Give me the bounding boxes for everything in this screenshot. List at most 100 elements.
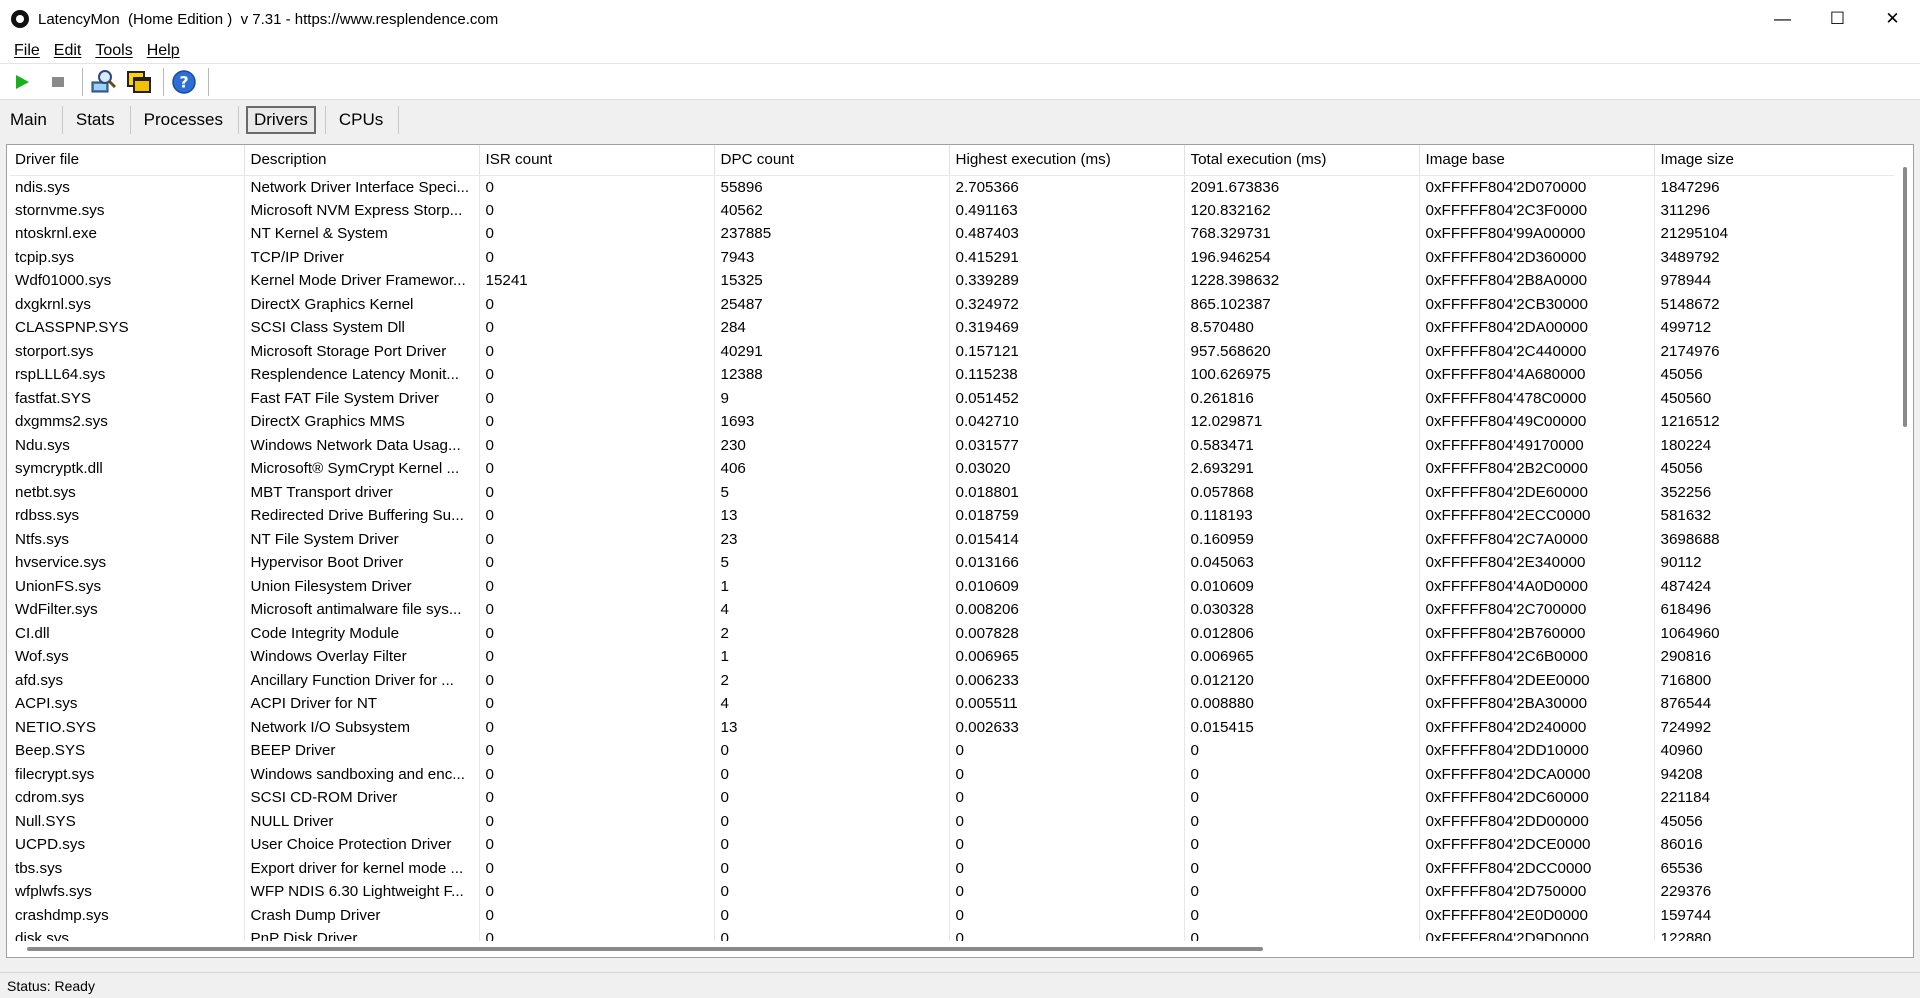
menu-tools[interactable]: Tools: [88, 42, 139, 60]
table-row[interactable]: filecrypt.sys Windows sandboxing and enc.…: [9, 762, 1896, 786]
table-cell: 716800: [1654, 668, 1896, 692]
table-row[interactable]: Wdf01000.sys Kernel Mode Driver Framewor.…: [9, 269, 1896, 293]
table-row[interactable]: dxgmms2.sys DirectX Graphics MMS 0 1693 0.04…: [9, 410, 1896, 434]
table-cell: 1228.398632: [1184, 269, 1420, 293]
table-cell: 4: [714, 598, 950, 622]
column-header[interactable]: Highest execution (ms): [949, 145, 1185, 176]
table-cell: 12388: [714, 363, 950, 387]
table-row[interactable]: tbs.sys Export driver for kernel mode ...…: [9, 856, 1896, 880]
start-button[interactable]: [6, 66, 38, 98]
minimize-button[interactable]: —: [1755, 0, 1810, 38]
table-cell: 0: [1184, 880, 1420, 904]
table-cell: 65536: [1654, 856, 1896, 880]
table-row[interactable]: netbt.sys MBT Transport driver 0 5 0.018801 0…: [9, 480, 1896, 504]
table-cell: 352256: [1654, 480, 1896, 504]
table-cell: 311296: [1654, 198, 1896, 222]
table-row[interactable]: rdbss.sys Redirected Drive Buffering Su..…: [9, 504, 1896, 528]
maximize-button[interactable]: ☐: [1810, 0, 1865, 38]
table-cell: 0xFFFFF804'99A00000: [1419, 222, 1655, 246]
table-row[interactable]: NETIO.SYS Network I/O Subsystem 0 13 0.00263…: [9, 715, 1896, 739]
help-button[interactable]: ?: [168, 66, 200, 98]
menu-help[interactable]: Help: [140, 42, 187, 60]
table-cell: 0: [479, 786, 715, 810]
table-cell: 0.005511: [949, 692, 1185, 716]
table-cell: 2174976: [1654, 339, 1896, 363]
table-row[interactable]: Null.SYS NULL Driver 0 0 0 0 0xFFFFF804'2DD000…: [9, 809, 1896, 833]
vertical-scrollbar-thumb[interactable]: [1903, 167, 1907, 427]
table-row[interactable]: fastfat.SYS Fast FAT File System Driver 0 9…: [9, 386, 1896, 410]
table-row[interactable]: UCPD.sys User Choice Protection Driver 0 0 0…: [9, 833, 1896, 857]
table-cell: 0.415291: [949, 245, 1185, 269]
table-row[interactable]: Wof.sys Windows Overlay Filter 0 1 0.006965 0…: [9, 645, 1896, 669]
table-cell: 0: [714, 903, 950, 927]
table-row[interactable]: dxgkrnl.sys DirectX Graphics Kernel 0 25487…: [9, 292, 1896, 316]
tab-stats[interactable]: Stats: [70, 106, 121, 134]
table-row[interactable]: Ndu.sys Windows Network Data Usag... 0 230 0…: [9, 433, 1896, 457]
column-header[interactable]: Description: [244, 145, 480, 176]
table-cell: Redirected Drive Buffering Su...: [244, 504, 480, 528]
table-row[interactable]: rspLLL64.sys Resplendence Latency Monit..…: [9, 363, 1896, 387]
table-cell: 0.008206: [949, 598, 1185, 622]
table-cell: 0: [714, 880, 950, 904]
table-cell: 0.051452: [949, 386, 1185, 410]
table-cell: 0xFFFFF804'2C3F0000: [1419, 198, 1655, 222]
table-row[interactable]: CLASSPNP.SYS SCSI Class System Dll 0 284 0.3…: [9, 316, 1896, 340]
table-row[interactable]: UnionFS.sys Union Filesystem Driver 0 1 0.01…: [9, 574, 1896, 598]
table-cell: 0: [949, 786, 1185, 810]
table-row[interactable]: WdFilter.sys Microsoft antimalware file s…: [9, 598, 1896, 622]
column-header[interactable]: DPC count: [714, 145, 950, 176]
table-row[interactable]: stornvme.sys Microsoft NVM Express Storp.…: [9, 198, 1896, 222]
tab-cpus[interactable]: CPUs: [333, 106, 389, 134]
table-cell: 21295104: [1654, 222, 1896, 246]
tab-main[interactable]: Main: [4, 106, 53, 134]
table-row[interactable]: ndis.sys Network Driver Interface Speci..…: [9, 175, 1896, 199]
table-cell: 2.705366: [949, 175, 1185, 199]
column-header[interactable]: Driver file: [9, 145, 245, 176]
column-header[interactable]: Image base: [1419, 145, 1655, 176]
table-row[interactable]: CI.dll Code Integrity Module 0 2 0.007828 0.0…: [9, 621, 1896, 645]
table-cell: Resplendence Latency Monit...: [244, 363, 480, 387]
windows-button[interactable]: [123, 66, 155, 98]
table-row[interactable]: Ntfs.sys NT File System Driver 0 23 0.015414…: [9, 527, 1896, 551]
vertical-scrollbar[interactable]: [1895, 145, 1913, 943]
table-row[interactable]: storport.sys Microsoft Storage Port Drive…: [9, 339, 1896, 363]
table-row[interactable]: ACPI.sys ACPI Driver for NT 0 4 0.005511 0.00…: [9, 692, 1896, 716]
table-row[interactable]: Beep.SYS BEEP Driver 0 0 0 0 0xFFFFF804'2DD100…: [9, 739, 1896, 763]
table-cell: SCSI CD-ROM Driver: [244, 786, 480, 810]
table-cell: 0.042710: [949, 410, 1185, 434]
table-cell: 2: [714, 621, 950, 645]
menu-edit[interactable]: Edit: [47, 42, 89, 60]
table-cell: 0: [949, 762, 1185, 786]
computer-search-button[interactable]: [87, 66, 119, 98]
table-cell: 0: [479, 880, 715, 904]
column-header[interactable]: Total execution (ms): [1184, 145, 1420, 176]
table-cell: 0.002633: [949, 715, 1185, 739]
table-row[interactable]: ntoskrnl.exe NT Kernel & System 0 237885 0.4…: [9, 222, 1896, 246]
table-row[interactable]: symcryptk.dll Microsoft® SymCrypt Kernel …: [9, 457, 1896, 481]
column-header[interactable]: Image size: [1654, 145, 1896, 176]
table-row[interactable]: tcpip.sys TCP/IP Driver 0 7943 0.415291 196.9…: [9, 245, 1896, 269]
column-header[interactable]: ISR count: [479, 145, 715, 176]
close-button[interactable]: ✕: [1865, 0, 1920, 38]
table-row[interactable]: wfplwfs.sys WFP NDIS 6.30 Lightweight F..…: [9, 880, 1896, 904]
stop-button[interactable]: [42, 66, 74, 98]
horizontal-scrollbar-thumb[interactable]: [27, 947, 1263, 951]
table-cell: stornvme.sys: [9, 198, 245, 222]
table-cell: dxgmms2.sys: [9, 410, 245, 434]
table-row[interactable]: crashdmp.sys Crash Dump Driver 0 0 0 0 0xFFFFF…: [9, 903, 1896, 927]
menu-file[interactable]: File: [7, 42, 47, 60]
table-cell: Microsoft Storage Port Driver: [244, 339, 480, 363]
table-cell: 0.045063: [1184, 551, 1420, 575]
table-row[interactable]: afd.sys Ancillary Function Driver for ...…: [9, 668, 1896, 692]
tab-drivers[interactable]: Drivers: [245, 106, 316, 134]
table-cell: crashdmp.sys: [9, 903, 245, 927]
table-cell: 0.008880: [1184, 692, 1420, 716]
table-cell: 0xFFFFF804'2DE60000: [1419, 480, 1655, 504]
horizontal-scrollbar[interactable]: [7, 941, 1897, 957]
table-cell: 876544: [1654, 692, 1896, 716]
table-row[interactable]: hvservice.sys Hypervisor Boot Driver 0 5 0.0…: [9, 551, 1896, 575]
table-cell: Ancillary Function Driver for ...: [244, 668, 480, 692]
table-row[interactable]: cdrom.sys SCSI CD-ROM Driver 0 0 0 0 0xFFFFF80…: [9, 786, 1896, 810]
table-cell: 0: [479, 363, 715, 387]
tab-processes[interactable]: Processes: [138, 106, 229, 134]
